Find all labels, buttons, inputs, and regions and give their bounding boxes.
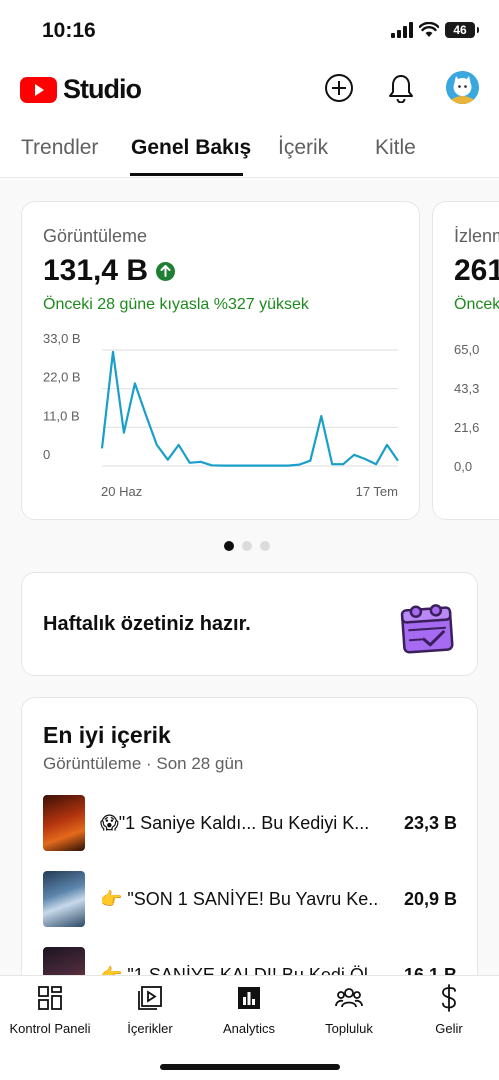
content-icon [136,984,164,1012]
nav-analytics[interactable]: Analytics [199,984,299,1036]
metric-value: 131,4 B [43,254,176,288]
nav-community[interactable]: Topluluk [299,984,399,1036]
active-tab-indicator [130,173,243,176]
metric-comparison: Önceki 28 güne kıyasla %327 yüksek [43,296,309,313]
tab-trends[interactable]: Trendler [21,136,98,160]
nav-label: İçerikler [127,1021,173,1036]
top-content-row[interactable]: 👉 "1 SANİYE KALDI! Bu Kedi Öl... 16,1 B [43,947,463,975]
studio-logo[interactable]: Studio [20,74,142,105]
tab-audience[interactable]: Kitle [375,136,416,160]
video-title: 😱"1 Saniye Kaldı... Bu Kediyi K... [100,813,370,833]
y-tick-label: 0,0 [454,459,473,474]
status-bar: 10:16 46 [0,0,499,60]
top-content-row[interactable]: 👉 "SON 1 SANİYE! Bu Yavru Ke... 20,9 B [43,871,463,931]
wifi-icon [419,22,439,37]
x-tick-label: 17 Tem [356,484,398,499]
bell-icon [389,75,413,103]
plus-circle-icon [325,74,353,102]
trend-up-icon [156,261,176,281]
views-line-chart[interactable]: 0 11,0 B 22,0 B 33,0 B 20 Haz 17 Tem [22,332,421,502]
video-thumbnail [43,947,85,975]
app-name: Studio [63,74,142,104]
top-content-row[interactable]: 😱"1 Saniye Kaldı... Bu Kediyi K... 23,3 … [43,795,463,855]
top-content-subtitle: Görüntüleme · Son 28 gün [43,754,244,773]
create-button[interactable] [322,71,356,105]
metric-label: İzlenm [454,226,499,246]
avatar[interactable] [446,71,479,104]
video-thumbnail [43,871,85,927]
nav-label: Analytics [222,1021,276,1036]
video-title: 👉 "SON 1 SANİYE! Bu Yavru Ke... [100,889,380,909]
y-tick-label: 22,0 B [43,370,81,385]
weekly-summary-text: Haftalık özetiniz hazır. [43,613,251,635]
battery-icon: 46 [445,22,479,38]
main-content[interactable]: Görüntüleme 131,4 B Önceki 28 güne kıyas… [0,180,499,975]
y-tick-label: 43,3 [454,381,480,396]
views-metric-card[interactable]: Görüntüleme 131,4 B Önceki 28 güne kıyas… [21,201,420,520]
youtube-play-icon [20,76,57,103]
weekly-summary-card[interactable]: Haftalık özetiniz hazır. [21,572,478,676]
metric-label: Görüntüleme [43,226,148,246]
notifications-button[interactable] [384,71,418,105]
cellular-signal-icon [391,22,413,38]
carousel-dot[interactable] [260,541,270,551]
video-views: 20,9 B [403,889,457,909]
video-views: 16,1 B [403,965,457,975]
status-time: 10:16 [42,19,96,42]
carousel-dot[interactable] [224,541,234,551]
y-tick-label: 33,0 B [43,332,81,346]
video-title: 👉 "1 SANİYE KALDI! Bu Kedi Öl... [100,965,380,975]
x-tick-label: 20 Haz [101,484,142,499]
nav-earn[interactable]: Gelir [399,984,499,1036]
video-thumbnail [43,795,85,851]
analytics-icon [235,984,263,1012]
top-content-title: En iyi içerik [43,722,171,748]
home-indicator [160,1064,340,1070]
metric-value: 261 [454,254,499,287]
y-tick-label: 65,0 [454,342,480,357]
y-tick-label: 0 [43,447,50,462]
tab-overview[interactable]: Genel Bakış [131,136,251,160]
tab-bar: Trendler Genel Bakış İçerik Kitle [0,128,499,178]
app-header: Studio [0,62,499,118]
video-views: 23,3 B [403,813,457,833]
carousel-indicator[interactable] [224,541,270,551]
dashboard-icon [36,984,64,1012]
nav-label: Topluluk [325,1021,373,1036]
nav-label: Kontrol Paneli [9,1021,91,1036]
carousel-dot[interactable] [242,541,252,551]
tab-content[interactable]: İçerik [278,136,328,160]
metric-value-text: 131,4 B [43,254,149,287]
watch-time-metric-card[interactable]: İzlenm 261 Önceki 65,0 43,3 21,6 0,0 [432,201,499,520]
y-tick-label: 21,6 [454,420,480,435]
earn-icon [435,984,463,1012]
calendar-check-icon [400,604,454,654]
community-icon [335,984,363,1012]
y-tick-label: 11,0 B [43,408,80,423]
views-series-line [100,350,399,467]
metric-comparison: Önceki [454,296,499,313]
nav-dashboard[interactable]: Kontrol Paneli [0,984,100,1036]
bottom-navigation: Kontrol Paneli İçerikler Analytics Toplu… [0,975,499,1080]
top-content-card[interactable]: En iyi içerik Görüntüleme · Son 28 gün 😱… [21,697,478,975]
status-icons: 46 [391,22,479,38]
nav-label: Gelir [435,1021,463,1036]
nav-content[interactable]: İçerikler [100,984,200,1036]
